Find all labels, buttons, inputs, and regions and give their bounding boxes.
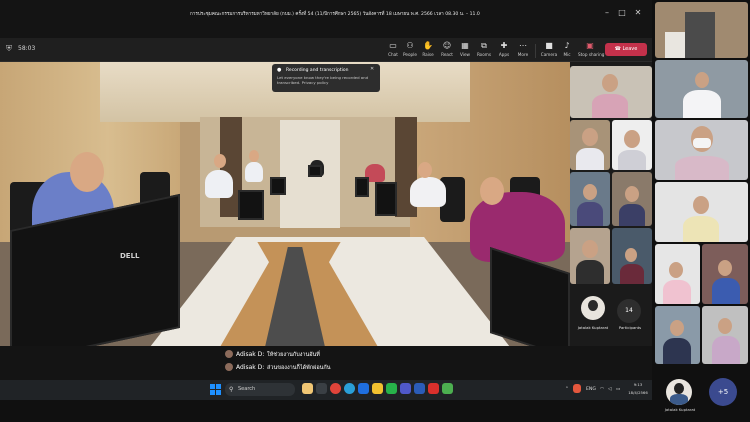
people-label: People (403, 52, 417, 57)
store-icon[interactable] (358, 383, 369, 394)
wifi-icon[interactable]: ◠ (600, 383, 604, 396)
participant-tile[interactable] (702, 306, 748, 364)
caption-speaker: Adisak D: (236, 351, 265, 358)
participant-tile[interactable] (612, 172, 652, 226)
shared-video: DELL (0, 62, 570, 346)
dell-logo: DELL (120, 252, 140, 260)
participant-tile[interactable] (702, 244, 748, 304)
view-label: View (460, 52, 470, 57)
volume-icon[interactable]: ◁ (608, 383, 612, 396)
participant-tile[interactable] (655, 120, 748, 180)
word-icon[interactable] (414, 383, 425, 394)
apps-button[interactable]: ✚ Apps (494, 41, 514, 61)
app-icon[interactable] (442, 383, 453, 394)
taskbar-clock[interactable]: 9:13 18/4/2566 (627, 381, 649, 397)
toolbar-divider (535, 44, 536, 58)
avatar (225, 363, 233, 371)
close-notice-icon[interactable]: ✕ (370, 66, 377, 73)
rooms-label: Rooms (476, 52, 492, 57)
chrome-icon[interactable] (330, 383, 341, 394)
chevron-up-icon[interactable]: ⌃ (565, 383, 569, 396)
participant-tile[interactable] (570, 172, 610, 226)
react-button[interactable]: ☺ React (437, 41, 457, 61)
tray-app-icon[interactable] (573, 384, 581, 393)
participant-tile[interactable] (655, 60, 748, 118)
close-window-button[interactable]: ✕ (631, 6, 645, 20)
apps-label: Apps (498, 52, 510, 57)
mic-button[interactable]: ♪ Mic (557, 41, 577, 61)
edge-icon[interactable] (344, 383, 355, 394)
participant-tile[interactable] (570, 66, 652, 118)
window-title: การประชุมคณะกรรมการบริหารมหาวิทยาลัย (กบ… (190, 12, 480, 17)
avatar (225, 350, 233, 358)
clock-date: 18/4/2566 (628, 389, 648, 395)
share-icon: ▣ (586, 41, 594, 50)
participants-count[interactable]: 14 (617, 299, 641, 323)
camera-button[interactable]: ■ Camera (539, 41, 559, 61)
screen: การประชุมคณะกรรมการบริหารมหาวิทยาลัย (กบ… (0, 0, 750, 422)
raise-hand-icon: ✋ (423, 41, 433, 50)
notice-body: Let everyone know they're being recorded… (277, 75, 369, 86)
camera-icon: ■ (545, 41, 553, 50)
info-icon: ● (277, 67, 282, 73)
self-name: Jatalak Kuptarat (664, 407, 696, 412)
rooms-button[interactable]: ⧉ Rooms (474, 41, 494, 61)
view-button[interactable]: ▦ View (455, 41, 475, 61)
participants-label: Participants (618, 325, 642, 330)
participant-tile[interactable] (570, 120, 610, 170)
stop-sharing-label: Stop sharing (578, 52, 605, 57)
view-icon: ▦ (461, 41, 469, 50)
participant-tile[interactable] (612, 120, 652, 170)
participant-tile[interactable] (655, 182, 748, 242)
camera-label: Camera (540, 52, 558, 57)
more-icon: ⋯ (519, 41, 527, 50)
participant-tile[interactable] (655, 244, 700, 304)
line-icon[interactable] (386, 383, 397, 394)
react-label: React (441, 52, 453, 57)
caption-text: ให้ช่วยงานกับงานอันที่ (267, 352, 320, 358)
stop-sharing-button[interactable]: ▣ Stop sharing (578, 41, 605, 61)
notice-title: Recording and transcription (286, 68, 349, 73)
teams-icon[interactable] (400, 383, 411, 394)
mic-icon: ♪ (564, 41, 570, 50)
mic-label: Mic (563, 52, 571, 57)
rooms-icon: ⧉ (481, 41, 487, 50)
raise-hand-button[interactable]: ✋ Raise (418, 41, 438, 61)
room-camera-tile[interactable] (655, 2, 748, 58)
presenter-name: Jatalak Kuptarat (577, 325, 609, 330)
apps-icon: ✚ (500, 41, 508, 50)
task-view-icon[interactable] (316, 383, 327, 394)
participant-tile[interactable] (570, 228, 610, 284)
file-explorer-icon[interactable] (302, 383, 313, 394)
self-avatar[interactable] (666, 379, 692, 405)
minimize-button[interactable]: – (600, 6, 614, 20)
more-participants-button[interactable]: +5 (709, 378, 737, 406)
people-button[interactable]: ⚇ People (400, 41, 420, 61)
leave-button[interactable]: ☎ Leave (605, 43, 647, 56)
meeting-timer: 58:03 (18, 45, 36, 52)
clock-time: 9:13 (633, 382, 643, 387)
maximize-button[interactable]: □ (615, 6, 629, 20)
more-button[interactable]: ⋯ More (513, 41, 533, 61)
shield-icon: ⛨ (6, 44, 12, 53)
caption-speaker: Adisak D: (236, 364, 265, 371)
react-icon: ☺ (442, 41, 452, 50)
people-icon: ⚇ (406, 41, 414, 50)
raise-label: Raise (422, 52, 434, 57)
participant-tile[interactable] (612, 228, 652, 284)
battery-icon[interactable]: ▭ (616, 383, 620, 396)
search-label: Search (238, 386, 256, 392)
bottom-strip (0, 400, 652, 422)
leave-label: Leave (622, 46, 638, 52)
search-icon: ⚲ (229, 386, 234, 393)
participant-tile[interactable] (655, 306, 700, 364)
caption-text: ส่วนของงานก็ได้พักผ่อนกัน (267, 365, 331, 371)
language-indicator[interactable]: ENG (586, 383, 596, 396)
start-button[interactable] (210, 384, 221, 395)
pdf-icon[interactable] (428, 383, 439, 394)
more-label: More (517, 52, 529, 57)
folder-icon[interactable] (372, 383, 383, 394)
